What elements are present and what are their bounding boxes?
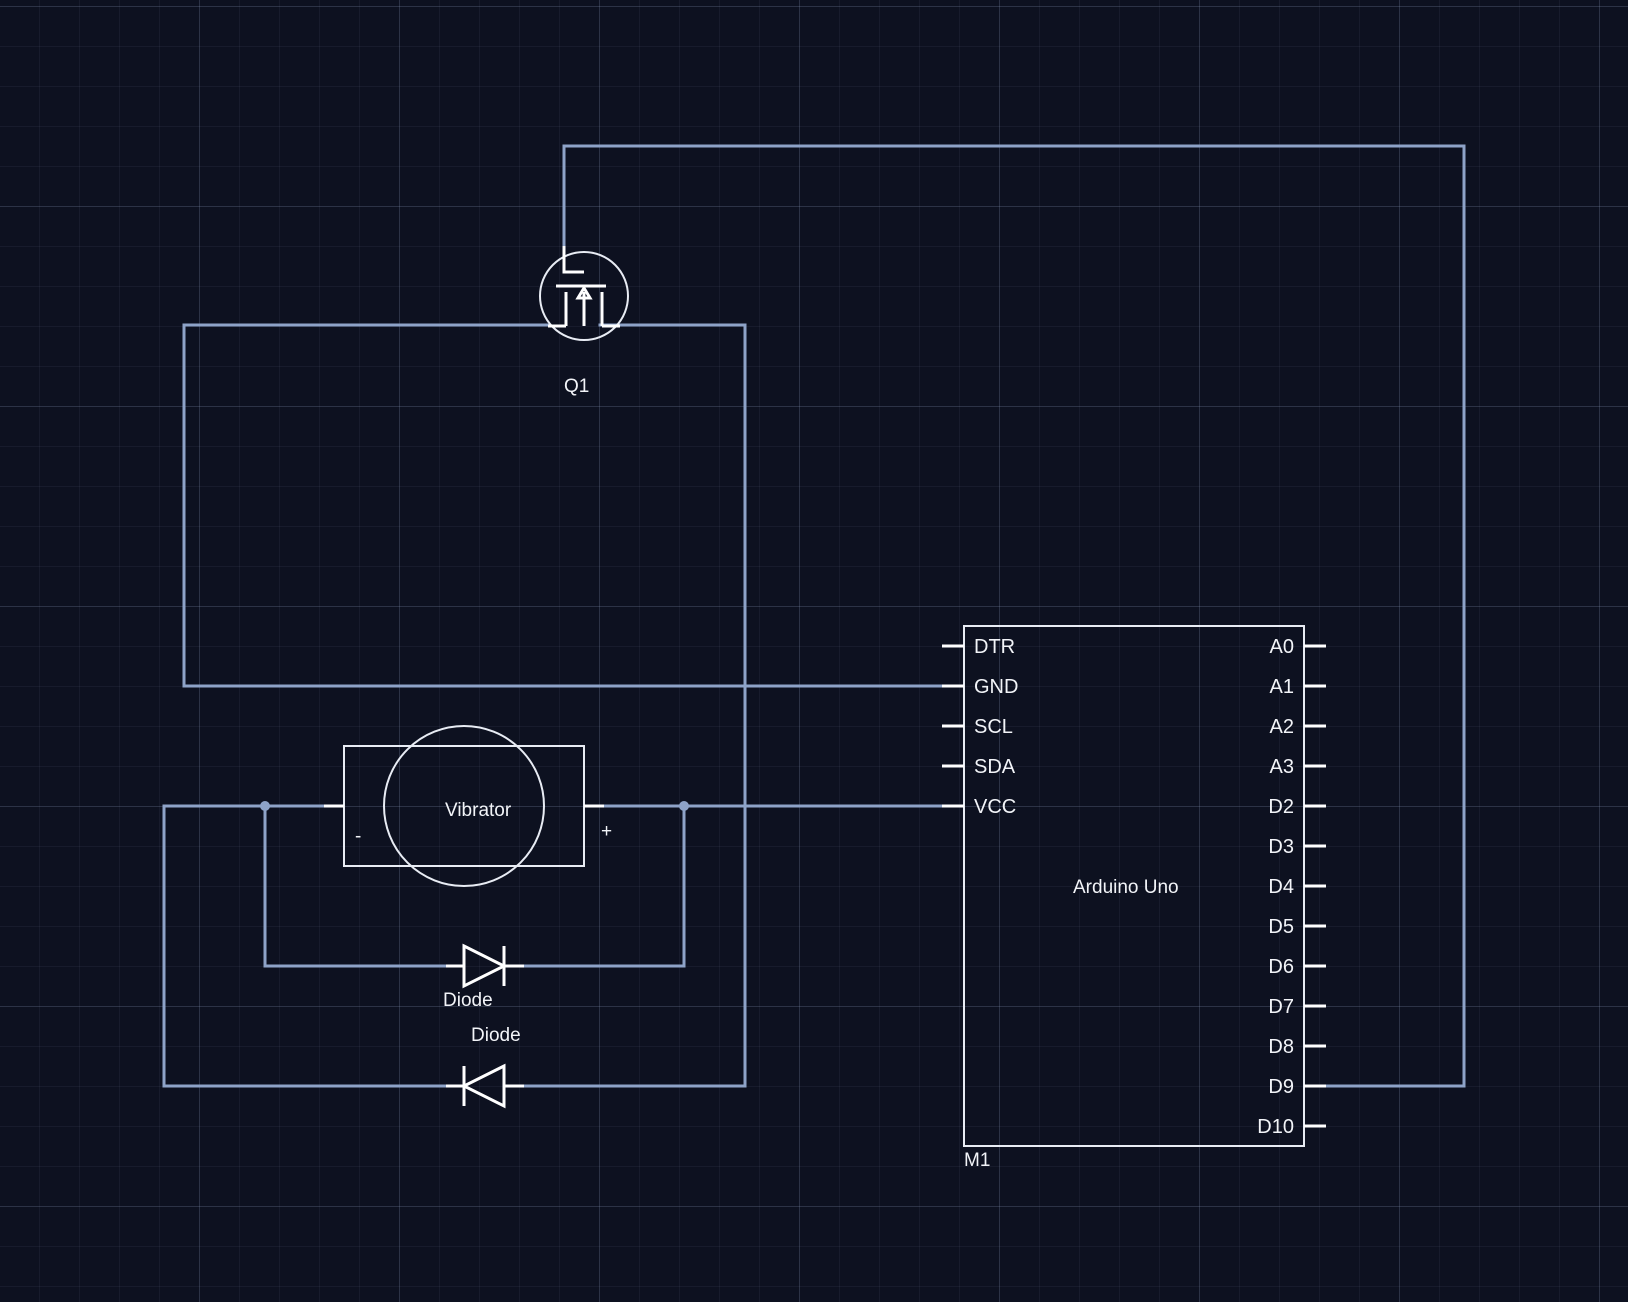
schematic-svg: Q1 Vibrator - + Diode Diode DTR GND SCL SDA… — [162, 144, 1466, 1171]
arduino-ref-label: M1 — [964, 1150, 990, 1171]
schematic-canvas[interactable]: Q1 Vibrator - + Diode Diode DTR GND SCL SDA… — [0, 0, 1628, 1302]
wires — [162, 144, 1466, 1088]
arduino-pin-label-d6: D6 — [1268, 956, 1294, 978]
arduino-pin-label-a2: A2 — [1270, 716, 1294, 738]
arduino-pin-label-scl: SCL — [974, 716, 1013, 738]
arduino-pin-label-d4: D4 — [1268, 876, 1294, 898]
diode-upper[interactable] — [446, 943, 524, 989]
arduino-pin-label-d3: D3 — [1268, 836, 1294, 858]
vibrator-plus-label: + — [601, 821, 612, 842]
arduino-pin-label-a3: A3 — [1270, 756, 1294, 778]
arduino-pin-label-dtr: DTR — [974, 636, 1015, 658]
diode-lower[interactable] — [446, 1063, 524, 1109]
q1-label: Q1 — [564, 376, 589, 397]
arduino-pin-label-d2: D2 — [1268, 796, 1294, 818]
arduino-pin-label-d10: D10 — [1257, 1116, 1294, 1138]
diode-upper-label: Diode — [443, 990, 493, 1011]
vibrator-minus-label: - — [355, 826, 361, 847]
arduino-pin-label-gnd: GND — [974, 676, 1018, 698]
vibrator-label: Vibrator — [445, 800, 512, 821]
arduino-pin-label-d5: D5 — [1268, 916, 1294, 938]
diode-lower-label: Diode — [471, 1025, 521, 1046]
wire-d9-to-q1[interactable] — [562, 144, 1466, 1088]
arduino-pin-label-d9: D9 — [1268, 1076, 1294, 1098]
arduino-pin-label-vcc: VCC — [974, 796, 1016, 818]
arduino-pin-label-a0: A0 — [1270, 636, 1294, 658]
junction-node-left — [260, 801, 270, 811]
arduino-name-label: Arduino Uno — [1073, 877, 1179, 898]
arduino-pin-label-d8: D8 — [1268, 1036, 1294, 1058]
arduino-pin-label-d7: D7 — [1268, 996, 1294, 1018]
arduino-pin-label-sda: SDA — [974, 756, 1016, 778]
arduino-pin-label-a1: A1 — [1270, 676, 1294, 698]
wire-q1-to-diode[interactable] — [522, 323, 747, 1088]
junction-node-right — [679, 801, 689, 811]
transistor-q1[interactable] — [539, 246, 629, 341]
wire-diode-to-motor-minus[interactable] — [162, 804, 448, 1088]
